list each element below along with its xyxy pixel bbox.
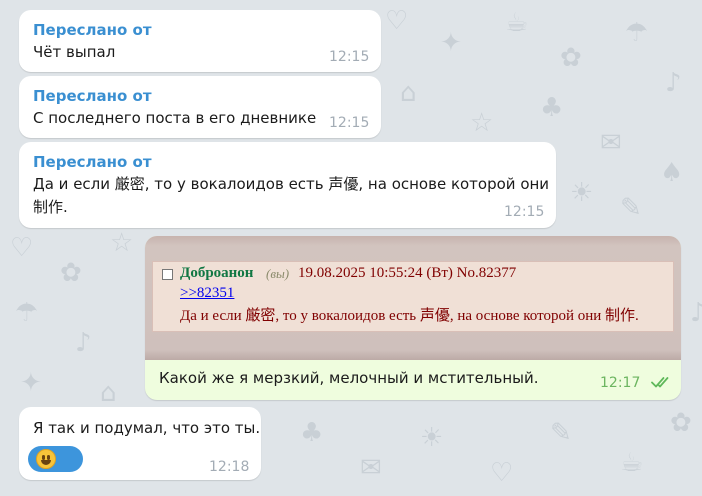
imageboard-post: Доброанон (вы) 19.08.2025 10:55:24 (Вт) …: [152, 261, 674, 332]
post-text: Да и если 厳密, то у вокалоидов есть 声優, н…: [180, 308, 639, 324]
message-text-line-2: 制作.: [33, 198, 68, 216]
post-screenshot-image[interactable]: Доброанон (вы) 19.08.2025 10:55:24 (Вт) …: [145, 236, 681, 360]
message-text: С последнего поста в его дневнике: [33, 109, 317, 127]
reply-link: >>82351: [180, 285, 235, 301]
message-time: 12:17: [600, 375, 641, 391]
message-text: Я так и подумал, что это ты.: [33, 419, 261, 437]
forwarded-message-1[interactable]: Переслано от Чёт выпал 12:15: [19, 10, 381, 72]
forwarded-from-label[interactable]: Переслано от: [33, 87, 152, 105]
message-time: 12:15: [329, 115, 370, 131]
forwarded-from-label[interactable]: Переслано от: [33, 21, 152, 39]
forwarded-message-2[interactable]: Переслано от С последнего поста в его дн…: [19, 76, 381, 138]
poster-name: Доброанон: [180, 265, 254, 281]
post-checkbox: [162, 269, 173, 280]
message-text-line-1: Да и если 厳密, то у вокалоидов есть 声優, н…: [33, 175, 550, 193]
double-check-icon: [651, 377, 669, 388]
reaction-badge[interactable]: [28, 446, 83, 472]
forwarded-message-3[interactable]: Переслано от Да и если 厳密, то у вокалоид…: [19, 142, 556, 228]
message-time: 12:15: [329, 49, 370, 65]
message-caption: Какой же я мерзкий, мелочный и мстительн…: [159, 369, 539, 387]
message-time: 12:15: [504, 204, 545, 220]
forwarded-from-label[interactable]: Переслано от: [33, 153, 152, 171]
post-meta: 19.08.2025 10:55:24 (Вт) No.82377: [298, 265, 517, 281]
you-tag: (вы): [266, 266, 290, 281]
message-time: 12:18: [209, 459, 250, 475]
grinning-face-icon: [36, 449, 56, 469]
outgoing-message[interactable]: Доброанон (вы) 19.08.2025 10:55:24 (Вт) …: [145, 236, 681, 400]
message-text: Чёт выпал: [33, 43, 116, 61]
